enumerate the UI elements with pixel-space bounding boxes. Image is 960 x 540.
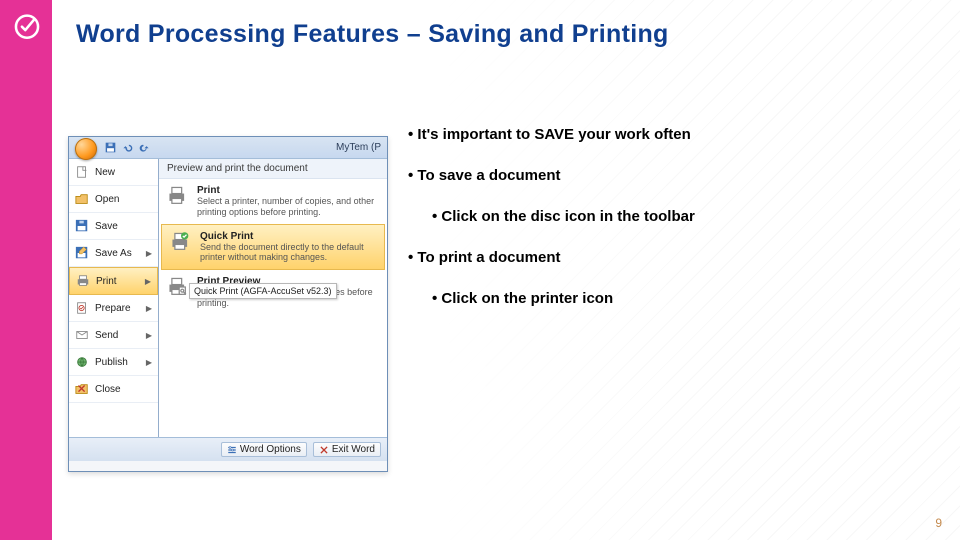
exit-word-button[interactable]: Exit Word — [313, 442, 381, 457]
word-options-button[interactable]: Word Options — [221, 442, 307, 457]
office-menu-item-print[interactable]: Print ▶ — [69, 267, 158, 295]
slide-number: 9 — [935, 516, 942, 530]
save-icon[interactable] — [105, 142, 116, 153]
office-menu-item-prepare[interactable]: Prepare ▶ — [69, 295, 158, 322]
exit-icon — [319, 445, 329, 455]
printer-icon — [170, 231, 192, 253]
document-name: MyTem (P — [336, 142, 381, 153]
office-menu-right-pane: Preview and print the document PrintSele… — [159, 159, 387, 437]
quick-print-tooltip: Quick Print (AGFA-AccuSet v52.3) — [189, 283, 337, 299]
office-menu-item-label: Send — [95, 330, 118, 341]
slide-title: Word Processing Features – Saving and Pr… — [76, 20, 669, 49]
office-menu-item-save-as[interactable]: Save As ▶ — [69, 240, 158, 267]
new-icon — [75, 165, 89, 179]
bullet-2: • To save a document — [408, 167, 898, 184]
print-icon — [76, 274, 90, 288]
quick-access-toolbar: MyTem (P — [69, 137, 387, 159]
redo-icon[interactable] — [139, 142, 150, 153]
office-menu-screenshot: MyTem (P NewOpenSaveSave As▶Print▶Prepar… — [68, 136, 388, 472]
office-menu-item-label: Save — [95, 221, 118, 232]
chevron-right-icon: ▶ — [146, 249, 152, 258]
slide-body-text: • It's important to SAVE your work often… — [408, 126, 898, 331]
office-menu-item-label: Open — [95, 194, 119, 205]
right-pane-header: Preview and print the document — [159, 159, 387, 179]
office-orb-button[interactable] — [75, 138, 97, 160]
chevron-right-icon: ▶ — [146, 304, 152, 313]
office-menu-item-label: Print — [96, 276, 117, 287]
exit-word-label: Exit Word — [332, 444, 375, 455]
save-icon — [75, 219, 89, 233]
brand-checkmark-icon — [8, 6, 46, 44]
office-menu-item-label: Publish — [95, 357, 128, 368]
bullet-1: • It's important to SAVE your work often — [408, 126, 898, 143]
open-icon — [75, 192, 89, 206]
chevron-right-icon: ▶ — [145, 277, 151, 286]
print-option-title: Quick Print — [200, 231, 376, 242]
office-menu-item-label: Save As — [95, 248, 132, 259]
printer-icon — [167, 276, 189, 298]
office-menu-item-new[interactable]: New — [69, 159, 158, 186]
print-option-desc: Send the document directly to the defaul… — [200, 242, 376, 264]
slide-sidebar — [0, 0, 52, 540]
office-menu-item-label: Prepare — [95, 303, 131, 314]
chevron-right-icon: ▶ — [146, 358, 152, 367]
print-option-quick-print[interactable]: Quick PrintSend the document directly to… — [161, 224, 385, 271]
publish-icon — [75, 355, 89, 369]
chevron-right-icon: ▶ — [146, 331, 152, 340]
bullet-2a: • Click on the disc icon in the toolbar — [432, 208, 898, 225]
undo-icon[interactable] — [122, 142, 133, 153]
close-icon — [75, 382, 89, 396]
office-menu-item-send[interactable]: Send ▶ — [69, 322, 158, 349]
office-menu-item-close[interactable]: Close — [69, 376, 158, 403]
print-option-desc: Select a printer, number of copies, and … — [197, 196, 379, 218]
office-menu-item-publish[interactable]: Publish ▶ — [69, 349, 158, 376]
office-menu-item-label: Close — [95, 384, 121, 395]
options-icon — [227, 445, 237, 455]
office-menu-footer: Word Options Exit Word — [69, 437, 387, 461]
send-icon — [75, 328, 89, 342]
office-menu-left-column: NewOpenSaveSave As▶Print▶Prepare▶Send▶Pu… — [69, 159, 159, 437]
saveas-icon — [75, 246, 89, 260]
print-option-print[interactable]: PrintSelect a printer, number of copies,… — [159, 179, 387, 224]
prepare-icon — [75, 301, 89, 315]
word-options-label: Word Options — [240, 444, 301, 455]
office-menu-item-label: New — [95, 167, 115, 178]
office-menu-item-save[interactable]: Save — [69, 213, 158, 240]
bullet-3a: • Click on the printer icon — [432, 290, 898, 307]
office-menu-item-open[interactable]: Open — [69, 186, 158, 213]
bullet-3: • To print a document — [408, 249, 898, 266]
print-option-title: Print — [197, 185, 379, 196]
printer-icon — [167, 185, 189, 207]
